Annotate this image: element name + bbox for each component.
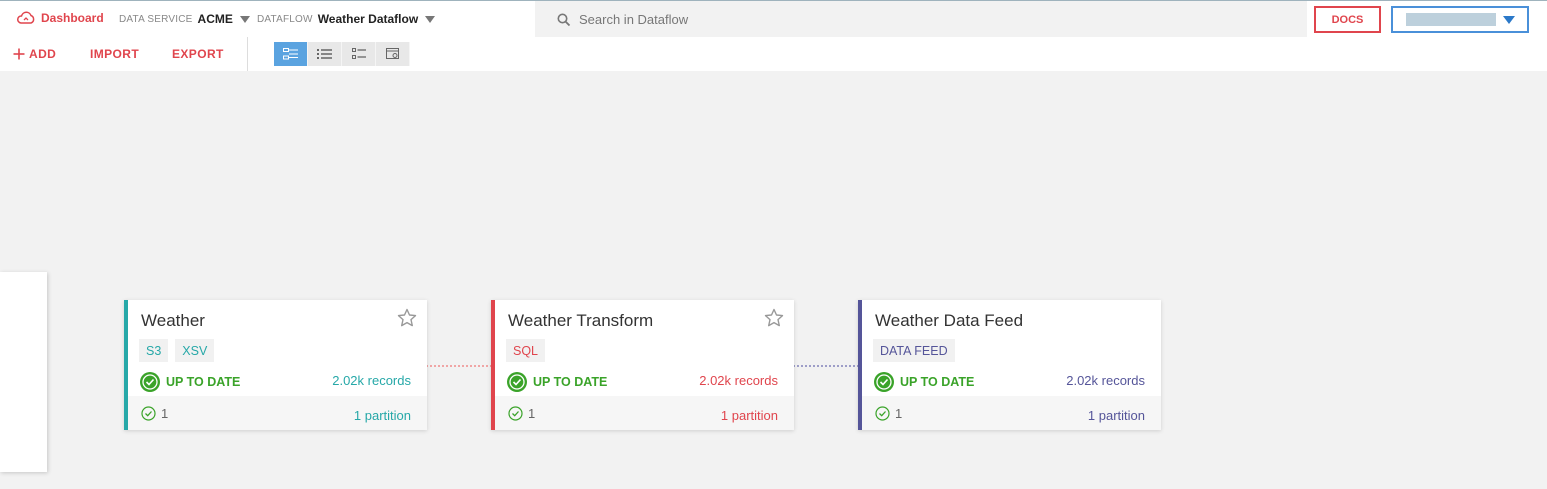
user-menu[interactable] — [1391, 6, 1529, 33]
tag-badge: XSV — [175, 339, 215, 362]
tag-badge: S3 — [139, 339, 169, 362]
tag-list: S3 XSV — [139, 339, 215, 362]
star-icon[interactable] — [764, 308, 784, 328]
dashboard-link[interactable]: Dashboard — [16, 11, 104, 25]
star-icon[interactable] — [397, 308, 417, 328]
tag-badge: DATA FEED — [873, 339, 955, 362]
card-title: Weather Data Feed — [875, 311, 1024, 330]
cloud-icon — [17, 11, 35, 24]
status-label: UP TO DATE — [533, 375, 608, 389]
check-count-value: 1 — [895, 406, 903, 421]
tag-list: SQL — [506, 339, 546, 362]
dataset-card-weather[interactable]: Weather S3 XSV UP TO DATE 2.02k records … — [124, 300, 427, 430]
check-count: 1 — [875, 406, 902, 421]
compact-view-icon — [351, 48, 366, 59]
dataflow-selector[interactable]: DATAFLOW Weather Dataflow — [257, 12, 436, 26]
toolbar: ADD IMPORT EXPORT — [0, 37, 1547, 71]
check-count: 1 — [141, 406, 168, 421]
search-input[interactable]: Search in Dataflow — [535, 1, 1307, 38]
search-icon — [557, 13, 571, 26]
check-circle-icon — [874, 372, 894, 392]
partition-count: 1 partition — [1087, 408, 1145, 423]
connector-line — [426, 365, 492, 367]
partition-count: 1 partition — [353, 408, 411, 423]
view-switcher — [274, 42, 410, 66]
data-service-label: DATA SERVICE — [119, 13, 193, 25]
dataflow-value: Weather Dataflow — [317, 12, 419, 26]
status-badge: UP TO DATE — [873, 371, 974, 393]
dataset-card-weather-data-feed[interactable]: Weather Data Feed DATA FEED UP TO DATE 2… — [858, 300, 1161, 430]
tag-list: DATA FEED — [873, 339, 955, 362]
check-circle-outline-icon — [875, 406, 890, 421]
dashboard-label: Dashboard — [41, 11, 104, 25]
tag-badge: SQL — [506, 339, 546, 362]
partition-count: 1 partition — [720, 408, 778, 423]
card-title: Weather Transform — [508, 311, 654, 330]
list-view-icon — [317, 49, 332, 59]
toolbar-divider — [247, 37, 248, 71]
check-count-value: 1 — [161, 406, 169, 421]
docs-button[interactable]: DOCS — [1314, 6, 1381, 33]
check-circle-icon — [140, 372, 160, 392]
caret-down-icon — [1503, 16, 1515, 24]
compact-view-button[interactable] — [342, 42, 376, 66]
record-count: 2.02k records — [699, 373, 778, 388]
search-placeholder: Search in Dataflow — [579, 12, 689, 27]
card-footer: 1 1 partition — [495, 396, 794, 430]
preview-view-button[interactable] — [376, 42, 410, 66]
check-circle-outline-icon — [141, 406, 156, 421]
export-button[interactable]: EXPORT — [172, 47, 224, 61]
collapsed-side-panel[interactable] — [0, 272, 47, 472]
record-count: 2.02k records — [1066, 373, 1145, 388]
add-label: ADD — [29, 47, 57, 61]
status-badge: UP TO DATE — [139, 371, 240, 393]
plus-icon — [13, 48, 25, 60]
status-label: UP TO DATE — [900, 375, 975, 389]
graph-view-icon — [282, 48, 298, 60]
add-button[interactable]: ADD — [13, 47, 56, 61]
caret-down-icon — [239, 15, 250, 23]
card-footer: 1 1 partition — [128, 396, 427, 430]
list-view-button[interactable] — [308, 42, 342, 66]
check-count-value: 1 — [528, 406, 536, 421]
card-title: Weather — [141, 311, 205, 330]
top-bar: Dashboard DATA SERVICE ACME DATAFLOW Wea… — [0, 0, 1547, 38]
status-badge: UP TO DATE — [506, 371, 607, 393]
record-count: 2.02k records — [332, 373, 411, 388]
data-service-selector[interactable]: DATA SERVICE ACME — [119, 12, 250, 26]
data-service-value: ACME — [197, 12, 233, 26]
connector-line — [793, 365, 859, 367]
check-circle-icon — [507, 372, 527, 392]
caret-down-icon — [425, 15, 436, 23]
user-name-redacted — [1406, 13, 1496, 26]
graph-view-button[interactable] — [274, 42, 308, 66]
card-footer: 1 1 partition — [862, 396, 1161, 430]
dataset-card-weather-transform[interactable]: Weather Transform SQL UP TO DATE 2.02k r… — [491, 300, 794, 430]
import-button[interactable]: IMPORT — [90, 47, 139, 61]
check-circle-outline-icon — [508, 406, 523, 421]
check-count: 1 — [508, 406, 535, 421]
dataflow-label: DATAFLOW — [257, 13, 313, 25]
status-label: UP TO DATE — [166, 375, 241, 389]
preview-window-icon — [385, 48, 399, 59]
